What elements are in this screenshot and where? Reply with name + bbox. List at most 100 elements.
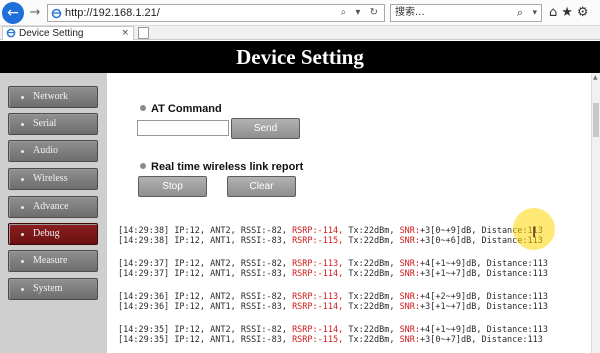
send-button[interactable]: Send (231, 118, 300, 139)
log-snr-value: +4[+1~+9]dB, (420, 325, 482, 335)
log-ip: IP:12, (174, 226, 206, 236)
log-ant: ANT1, (210, 269, 236, 279)
sidebar-item-label: Measure (33, 255, 68, 266)
log-ant: ANT2, (210, 226, 236, 236)
close-icon[interactable]: × (121, 27, 129, 40)
log-rsrp: RSRP:-114, (292, 226, 344, 236)
log-line: [14:29:37] IP:12, ANT1, RSSI:-83, RSRP:-… (118, 269, 548, 279)
log-time: [14:29:38] (118, 236, 170, 246)
log-rssi: RSSI:-83, (240, 335, 287, 345)
log-snr-value: +4[+2~+9]dB, (420, 292, 482, 302)
log-ant: ANT2, (210, 325, 236, 335)
log-ant: ANT1, (210, 302, 236, 312)
bullet-icon (21, 260, 24, 263)
at-command-heading: AT Command (151, 103, 222, 115)
log-snr-label: SNR: (399, 302, 421, 312)
url-input[interactable]: http://192.168.1.21/ ⌕ ▾ ↻ (47, 4, 385, 22)
address-actions-icon[interactable]: ⌕ ▾ ↻ (341, 6, 381, 20)
log-line: [14:29:35] IP:12, ANT1, RSSI:-83, RSRP:-… (118, 335, 543, 345)
stop-button[interactable]: Stop (138, 176, 207, 197)
log-ip: IP:12, (174, 236, 206, 246)
url-text: http://192.168.1.21/ (65, 7, 160, 19)
log-rsrp: RSRP:-113, (292, 259, 344, 269)
search-icon[interactable]: ⌕ (517, 6, 523, 20)
page-header: Device Setting (0, 41, 600, 73)
sidebar-item-audio[interactable]: Audio (8, 140, 98, 162)
new-tab-button[interactable] (138, 27, 149, 39)
sidebar-item-label: Serial (33, 118, 57, 129)
log-tx: Tx:22dBm, (348, 302, 395, 312)
search-input[interactable]: 搜索... ⌕ ▾ (390, 4, 542, 22)
log-ip: IP:12, (174, 292, 206, 302)
log-ip: IP:12, (174, 302, 206, 312)
sidebar-item-advance[interactable]: Advance (8, 196, 98, 218)
log-snr-value: +3[0~+6]dB, (420, 236, 477, 246)
log-ip: IP:12, (174, 259, 206, 269)
bullet-icon (21, 178, 24, 181)
scroll-thumb[interactable] (593, 103, 599, 137)
log-distance: Distance:113 (486, 292, 549, 302)
log-ip: IP:12, (174, 325, 206, 335)
log-tx: Tx:22dBm, (348, 292, 395, 302)
log-snr-label: SNR: (399, 226, 421, 236)
log-line: [14:29:38] IP:12, ANT2, RSSI:-82, RSRP:-… (118, 226, 543, 236)
log-distance: Distance:113 (486, 259, 549, 269)
log-rsrp: RSRP:-113, (292, 292, 344, 302)
log-tx: Tx:22dBm, (348, 236, 395, 246)
log-tx: Tx:22dBm, (348, 325, 395, 335)
sidebar-item-wireless[interactable]: Wireless (8, 168, 98, 190)
log-tx: Tx:22dBm, (348, 226, 395, 236)
tab-title: Device Setting (19, 28, 84, 39)
log-time: [14:29:37] (118, 259, 170, 269)
log-rssi: RSSI:-83, (240, 302, 287, 312)
log-tx: Tx:22dBm, (348, 335, 395, 345)
sidebar-item-system[interactable]: System (8, 278, 98, 300)
bullet-icon (21, 123, 24, 126)
forward-arrow-icon[interactable]: → (27, 4, 43, 22)
sidebar-item-label: Network (33, 91, 68, 102)
back-arrow-icon[interactable]: ← (2, 2, 24, 24)
log-rssi: RSSI:-83, (240, 269, 287, 279)
sidebar-item-debug[interactable]: Debug (8, 223, 98, 245)
log-line: [14:29:36] IP:12, ANT2, RSSI:-82, RSRP:-… (118, 292, 548, 302)
log-tx: Tx:22dBm, (348, 269, 395, 279)
log-time: [14:29:37] (118, 269, 170, 279)
scroll-up-arrow-icon[interactable]: ▲ (593, 75, 598, 81)
clear-button[interactable]: Clear (227, 176, 296, 197)
sidebar-item-label: Audio (33, 145, 58, 156)
log-distance: Distance:113 (486, 302, 549, 312)
sidebar-item-network[interactable]: Network (8, 86, 98, 108)
sidebar-item-label: System (33, 283, 63, 294)
log-rsrp: RSRP:-115, (292, 236, 344, 246)
home-favorites-settings-icon[interactable]: ⌂★⚙ (549, 4, 599, 22)
log-time: [14:29:35] (118, 325, 170, 335)
sidebar-item-label: Debug (33, 228, 60, 239)
log-line: [14:29:36] IP:12, ANT1, RSSI:-83, RSRP:-… (118, 302, 548, 312)
at-command-input[interactable] (137, 120, 229, 136)
bullet-icon (21, 96, 24, 99)
log-distance: Distance:113 (486, 325, 549, 335)
log-rssi: RSSI:-83, (240, 236, 287, 246)
browser-window: ← → http://192.168.1.21/ ⌕ ▾ ↻ 搜索... ⌕ ▾… (0, 0, 600, 353)
log-ant: ANT1, (210, 335, 236, 345)
log-time: [14:29:36] (118, 292, 170, 302)
sidebar-item-measure[interactable]: Measure (8, 250, 98, 272)
log-line: [14:29:38] IP:12, ANT1, RSSI:-83, RSRP:-… (118, 236, 543, 246)
page-title: Device Setting (236, 45, 364, 69)
tab-device-setting[interactable]: Device Setting × (2, 26, 134, 40)
log-ip: IP:12, (174, 335, 206, 345)
sidebar-item-serial[interactable]: Serial (8, 113, 98, 135)
sidebar: Network Serial Audio Wireless Advance De… (0, 73, 107, 353)
log-snr-label: SNR: (399, 335, 421, 345)
search-placeholder: 搜索... (395, 7, 425, 18)
log-ip: IP:12, (174, 269, 206, 279)
sidebar-item-label: Advance (33, 201, 69, 212)
bullet-icon (21, 233, 24, 236)
log-distance: Distance:113 (486, 269, 549, 279)
log-snr-label: SNR: (399, 292, 421, 302)
log-snr-value: +4[+1~+9]dB, (420, 259, 482, 269)
log-rssi: RSSI:-82, (240, 259, 287, 269)
search-dropdown-icon[interactable]: ▾ (532, 6, 537, 20)
page-scrollbar[interactable]: ▲ (591, 73, 600, 353)
log-time: [14:29:35] (118, 335, 170, 345)
